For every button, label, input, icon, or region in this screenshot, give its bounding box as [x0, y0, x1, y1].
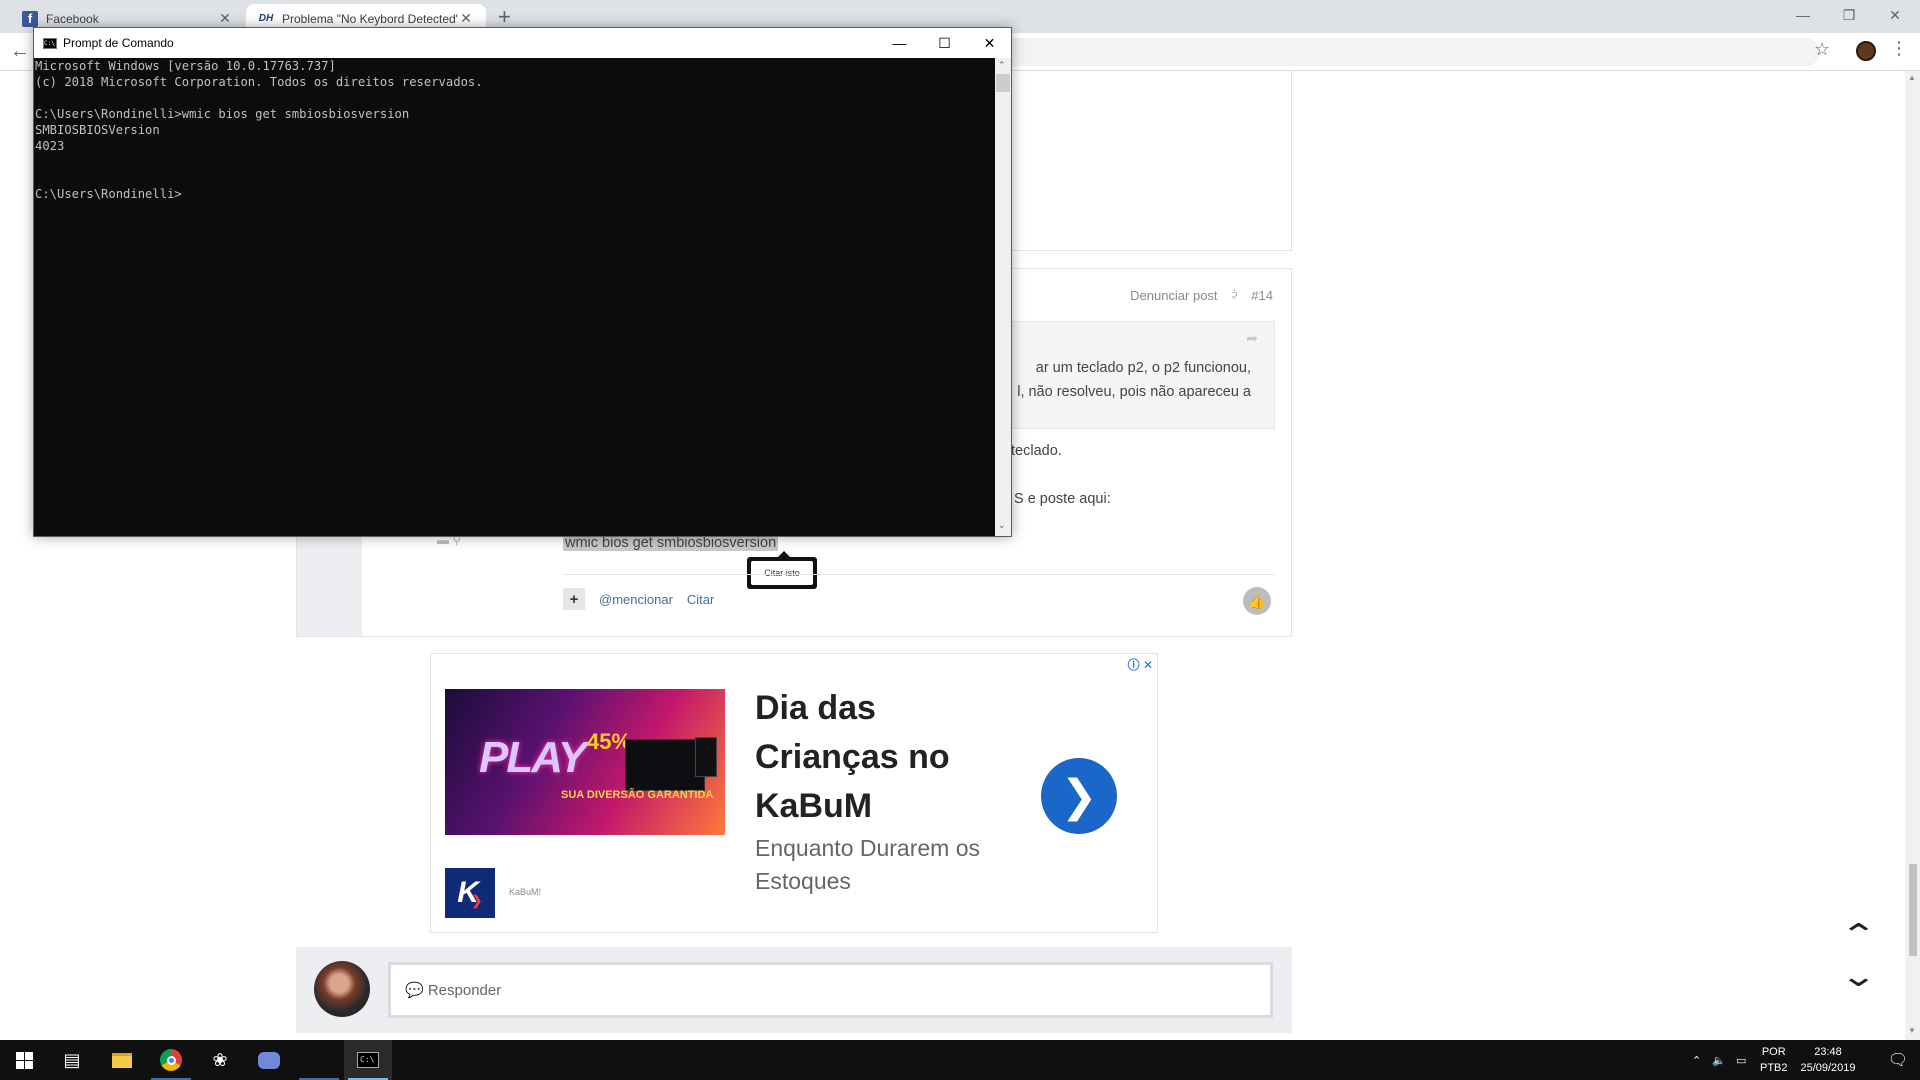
start-button[interactable] — [0, 1040, 48, 1080]
post-actions: + @mencionar Citar — [563, 588, 714, 610]
extension-avatar-icon[interactable] — [1856, 41, 1876, 61]
ad-image-tagline: SUA DIVERSÃO GARANTIDA — [561, 789, 714, 801]
ad-image[interactable]: PLAY 45% SUA DIVERSÃO GARANTIDA — [445, 689, 725, 835]
tab-close-icon[interactable]: ✕ — [217, 10, 233, 27]
clock[interactable]: 23:48 25/09/2019 — [1796, 1044, 1860, 1076]
taskbar: ▤ ❀ C:\ ⌃ 🔈 ▭ POR PTB2 23:48 25/09/2019 … — [0, 1040, 1920, 1080]
cmd-titlebar[interactable]: C:\ Prompt de Comando — ☐ ✕ — [34, 28, 1011, 58]
facebook-favicon-icon: f — [22, 10, 38, 27]
language-code: POR — [1761, 1046, 1786, 1058]
browser-restore-icon[interactable]: ❐ — [1826, 0, 1872, 30]
app-icon[interactable]: ❀ — [196, 1040, 244, 1080]
browser-close-icon[interactable]: ✕ — [1872, 0, 1918, 30]
post-body-line: teclado. — [1011, 443, 1062, 459]
menu-kebab-icon[interactable]: ⋮ — [1890, 38, 1908, 59]
keyboard-layout: PTB2 — [1760, 1062, 1788, 1074]
chrome-icon[interactable] — [147, 1040, 195, 1080]
console-graphic — [625, 739, 705, 791]
scrollbar-thumb[interactable] — [1909, 864, 1917, 956]
quote-link[interactable]: Citar — [687, 592, 714, 607]
cmd-scroll-down-icon[interactable]: ⌄ — [998, 520, 1006, 531]
console-line: C:\Users\Rondinelli> — [35, 187, 182, 201]
cmd-console[interactable]: Microsoft Windows [versão 10.0.17763.737… — [34, 58, 995, 536]
console-line: C:\Users\Rondinelli>wmic bios get smbios… — [35, 107, 410, 121]
quote-line: l, não resolveu, pois não apareceu a — [1017, 384, 1251, 400]
ad-brand: KaBuM! — [509, 887, 542, 897]
selected-code-text: wmic bios get smbiosbiosversion — [563, 535, 779, 551]
task-view-icon[interactable]: ▤ — [48, 1040, 96, 1080]
action-center-icon[interactable]: 🗨 — [1876, 1040, 1920, 1080]
back-arrow-icon[interactable]: ← — [10, 40, 30, 63]
report-post-link[interactable]: Denunciar post — [1130, 288, 1217, 303]
dh-favicon-icon: DH — [258, 13, 274, 24]
discord-icon[interactable] — [245, 1040, 293, 1080]
quote-tooltip[interactable]: Citar isto — [747, 551, 817, 589]
bookmark-star-icon[interactable]: ☆ — [1814, 39, 1830, 60]
cmd-app-icon: C:\ — [43, 37, 57, 49]
logo-arrow-icon: ❯ — [470, 891, 483, 908]
scroll-down-arrow-icon[interactable]: ▼ — [1908, 1026, 1916, 1035]
cmd-title: Prompt de Comando — [63, 36, 174, 50]
taskbar-app-icon[interactable] — [295, 1040, 343, 1080]
command-prompt-window[interactable]: C:\ Prompt de Comando — ☐ ✕ Microsoft Wi… — [33, 27, 1012, 537]
multiquote-plus-button[interactable]: + — [563, 588, 585, 610]
kabum-logo: K ❯ — [445, 868, 495, 918]
file-explorer-icon[interactable] — [98, 1040, 146, 1080]
ad-image-play-text: PLAY — [479, 733, 587, 782]
share-icon[interactable]: ⫄ — [1232, 287, 1238, 303]
maximize-icon[interactable]: ☐ — [922, 28, 967, 58]
post-body-line: S e poste aqui: — [1014, 491, 1111, 507]
quote-line: ar um teclado p2, o p2 funcionou, — [1035, 360, 1251, 376]
network-icon[interactable]: ▭ — [1736, 1040, 1746, 1080]
post-number-link[interactable]: #14 — [1251, 288, 1273, 303]
cmd-taskbar-icon[interactable]: C:\ — [344, 1040, 392, 1080]
console-line: Microsoft Windows [versão 10.0.17763.737… — [35, 59, 336, 73]
phone-graphic — [695, 737, 717, 777]
cmd-scrollbar-thumb[interactable] — [996, 74, 1010, 92]
scroll-up-chevron-icon[interactable]: ⌃ — [1840, 918, 1878, 953]
browser-minimize-icon[interactable]: — — [1780, 0, 1826, 30]
console-line: (c) 2018 Microsoft Corporation. Todos os… — [35, 75, 483, 89]
minimize-icon[interactable]: — — [877, 28, 922, 58]
avatar — [314, 961, 370, 1017]
reply-input[interactable]: 💬 Responder — [388, 962, 1273, 1018]
divider — [563, 574, 1275, 575]
tab-title: Problema "No Keybord Detected" — [282, 11, 458, 26]
volume-icon[interactable]: 🔈 — [1712, 1040, 1726, 1080]
windows-logo-icon — [15, 1051, 33, 1069]
console-line: SMBIOSBIOSVersion — [35, 123, 160, 137]
scroll-down-chevron-icon[interactable]: ⌄ — [1840, 959, 1878, 994]
tab-close-icon[interactable]: ✕ — [458, 10, 474, 27]
new-tab-button[interactable]: + — [498, 5, 511, 29]
tab-title: Facebook — [46, 11, 99, 26]
page-scrollbar[interactable]: ▲ ▼ — [1905, 71, 1920, 1040]
language-indicator[interactable]: POR PTB2 — [1760, 1044, 1788, 1076]
close-icon[interactable]: ✕ — [967, 28, 1012, 58]
like-thumb-icon[interactable]: 👍 — [1243, 587, 1271, 615]
ad-title[interactable]: Dia das Crianças no KaBuM — [755, 684, 1005, 831]
cmd-scroll-up-icon[interactable]: ⌃ — [998, 60, 1006, 71]
clock-time: 23:48 — [1814, 1046, 1842, 1058]
scroll-up-arrow-icon[interactable]: ▲ — [1908, 73, 1916, 82]
tooltip-label: Citar isto — [751, 561, 813, 585]
show-hidden-icons-icon[interactable]: ⌃ — [1692, 1040, 1701, 1080]
ad-subtitle: Enquanto Durarem os Estoques — [755, 835, 981, 894]
adchoices-icon[interactable]: ⓘ ✕ — [1128, 656, 1153, 673]
quote-jump-icon[interactable]: ➦ — [1246, 330, 1258, 347]
cmd-scrollbar[interactable]: ⌃ ⌄ — [995, 58, 1011, 536]
reply-bar: 💬 Responder — [296, 947, 1292, 1033]
post-meta: Denunciar post ⫄ #14 — [1130, 287, 1273, 303]
console-line: 4023 — [35, 139, 65, 153]
mention-link[interactable]: @mencionar — [599, 592, 673, 607]
advertisement[interactable]: ⓘ ✕ PLAY 45% SUA DIVERSÃO GARANTIDA K ❯ K… — [430, 653, 1158, 933]
clock-date: 25/09/2019 — [1800, 1062, 1856, 1074]
chevron-right-icon[interactable]: ❯ — [1041, 758, 1117, 834]
